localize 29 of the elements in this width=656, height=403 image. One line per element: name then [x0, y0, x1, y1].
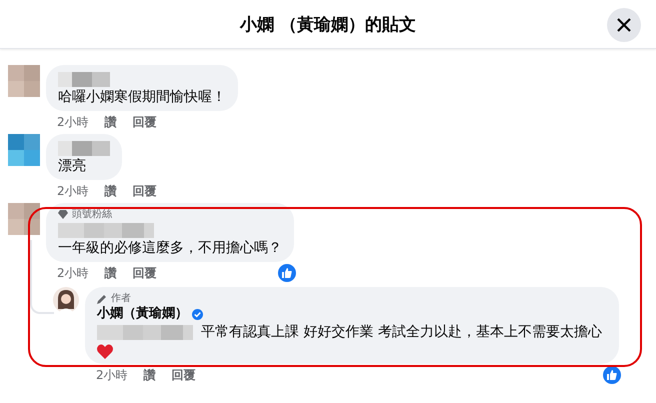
reply-text: 平常有認真上課 好好交作業 考試全力以赴，基本上不需要太擔心 — [201, 323, 602, 341]
diamond-icon — [58, 210, 68, 219]
pencil-icon — [97, 294, 107, 304]
comment-time: 2小時 — [57, 265, 89, 281]
pixelated-avatar — [8, 134, 40, 166]
heart-icon — [97, 344, 113, 359]
comment-text: 一年級的必修這麼多，不用擔心嗎？ — [58, 239, 282, 257]
like-link[interactable]: 讚 — [144, 367, 156, 383]
pixelated-avatar — [8, 65, 40, 97]
like-link[interactable]: 讚 — [104, 183, 117, 199]
pixelated-avatar — [8, 203, 40, 235]
comment-time: 2小時 — [96, 367, 128, 383]
reply-link[interactable]: 回覆 — [172, 367, 196, 383]
like-link[interactable]: 讚 — [104, 265, 117, 281]
reply-link[interactable]: 回覆 — [132, 265, 157, 281]
like-link[interactable]: 讚 — [104, 114, 117, 130]
comment-text: 哈囉小嫻寒假期間愉快喔！ — [58, 88, 226, 106]
comment-text: 漂亮 — [58, 157, 87, 175]
badge-label: 作者 — [111, 292, 131, 305]
post-title: 小嫻 （黃瑜嫻）的貼文 — [240, 14, 416, 36]
reply-link[interactable]: 回覆 — [132, 114, 157, 130]
reply-link[interactable]: 回覆 — [132, 183, 157, 199]
author-name[interactable]: 小嫻（黃瑜嫻） — [97, 305, 188, 323]
close-button[interactable] — [607, 8, 641, 42]
close-icon — [617, 18, 631, 32]
badge-label: 頭號粉絲 — [72, 208, 112, 221]
comment-time: 2小時 — [57, 114, 89, 130]
avatar-icon — [53, 287, 79, 313]
comment-time: 2小時 — [57, 183, 89, 199]
